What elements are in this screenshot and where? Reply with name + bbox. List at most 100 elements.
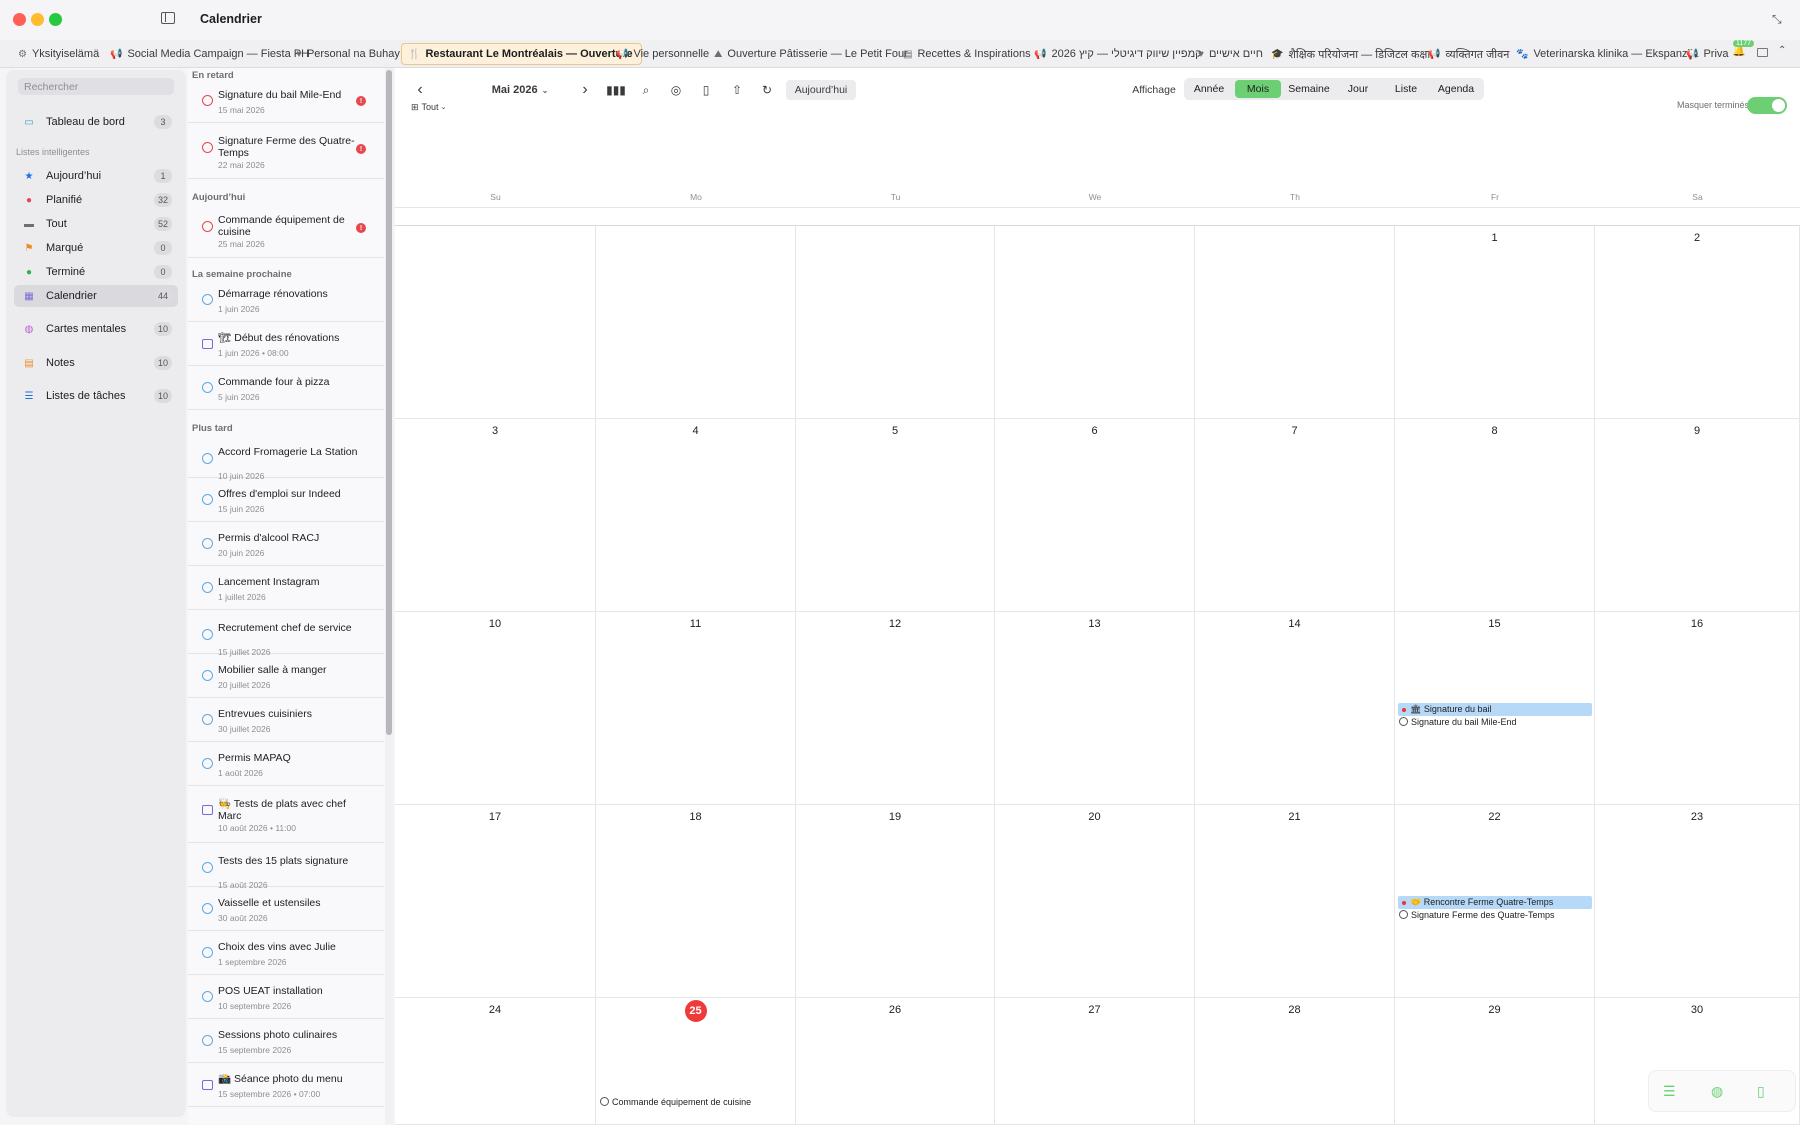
view-tab-2[interactable]: Semaine bbox=[1285, 80, 1333, 98]
task-row[interactable]: Accord Fromagerie La Station 10 juin 2026 bbox=[188, 436, 384, 481]
view-tab-3[interactable]: Jour bbox=[1337, 80, 1379, 98]
sidebar-item-tray[interactable]: ▬ Tout 52 bbox=[14, 213, 178, 235]
task-row[interactable]: Vaisselle et ustensiles 30 août 2026 bbox=[188, 889, 384, 931]
task-checkbox[interactable] bbox=[202, 714, 213, 725]
day-cell[interactable]: 3 bbox=[395, 419, 596, 612]
project-tab[interactable]: 📢 Social Media Campaign — Fiesta PH bbox=[104, 43, 317, 65]
task-checkbox[interactable] bbox=[202, 382, 213, 393]
day-cell[interactable] bbox=[596, 226, 796, 419]
task-checkbox[interactable] bbox=[202, 947, 213, 958]
day-cell[interactable]: 13 bbox=[995, 612, 1195, 805]
day-cell[interactable]: 8 bbox=[1395, 419, 1595, 612]
task-checkbox[interactable] bbox=[202, 991, 213, 1002]
task-checkbox[interactable] bbox=[202, 582, 213, 593]
sidebar-item-check[interactable]: ● Terminé 0 bbox=[14, 261, 178, 283]
next-month-button[interactable]: › bbox=[577, 80, 593, 100]
close-window-button[interactable] bbox=[13, 13, 26, 26]
view-tab-4[interactable]: Liste bbox=[1383, 80, 1429, 98]
task-row[interactable]: Tests des 15 plats signature 15 août 2026 bbox=[188, 845, 384, 890]
task-row[interactable]: Entrevues cuisiniers 30 juillet 2026 bbox=[188, 700, 384, 742]
project-tab[interactable]: 🍴 Restaurant Le Montréalais — Ouverture bbox=[401, 43, 642, 65]
day-cell[interactable]: 27 bbox=[995, 998, 1195, 1125]
day-cell[interactable]: 26 bbox=[796, 998, 995, 1125]
task-checkbox[interactable] bbox=[202, 903, 213, 914]
day-cell[interactable]: 9 bbox=[1595, 419, 1800, 612]
zoom-window-button[interactable] bbox=[49, 13, 62, 26]
sidebar-item-flag[interactable]: ⚑ Marqué 0 bbox=[14, 237, 178, 259]
day-cell[interactable]: 20 bbox=[995, 805, 1195, 998]
day-cell[interactable]: 5 bbox=[796, 419, 995, 612]
task-checkbox[interactable] bbox=[1399, 910, 1408, 919]
month-picker[interactable]: Mai 2026 ⌄ bbox=[475, 80, 565, 100]
prev-month-button[interactable]: ‹ bbox=[412, 80, 428, 100]
palette-icon[interactable]: ◎ bbox=[667, 80, 685, 100]
sidebar-item-brain[interactable]: ◍ Cartes mentales 10 bbox=[14, 318, 178, 340]
task-row[interactable]: 🧑‍🍳 Tests de plats avec chef Marc 10 août… bbox=[188, 788, 384, 843]
project-tab[interactable]: 🎓 शैक्षिक परियोजना — डिजिटल कक्षा bbox=[1265, 43, 1438, 65]
layout-icon[interactable] bbox=[1757, 48, 1768, 57]
project-tab[interactable]: 📢 קמפיין שיווק דיגיטלי — קיץ 2026 bbox=[1028, 43, 1210, 65]
day-cell[interactable]: 21 bbox=[1195, 805, 1395, 998]
day-cell[interactable] bbox=[995, 226, 1195, 419]
task-list-scroll-thumb[interactable] bbox=[386, 70, 392, 735]
day-cell[interactable] bbox=[1195, 226, 1395, 419]
day-cell[interactable]: 7 bbox=[1195, 419, 1395, 612]
project-tab[interactable]: 📢 Vie personnelle bbox=[610, 43, 717, 65]
day-cell[interactable]: 11 bbox=[596, 612, 796, 805]
task-row[interactable]: 🏗 Début des rénovations 1 juin 2026 • 08:… bbox=[188, 324, 384, 366]
sidebar-item-list[interactable]: ☰ Listes de tâches 10 bbox=[14, 385, 178, 407]
minimize-window-button[interactable] bbox=[31, 13, 44, 26]
task-checkbox[interactable] bbox=[1399, 717, 1408, 726]
project-tab[interactable]: 📢 व्यक्तिगत जीवन bbox=[1422, 43, 1517, 65]
task-row[interactable]: 📸 Séance photo du menu 15 septembre 2026 … bbox=[188, 1065, 384, 1107]
day-cell[interactable]: 12 bbox=[796, 612, 995, 805]
day-cell[interactable] bbox=[796, 226, 995, 419]
task-row[interactable]: Commande four à pizza 5 juin 2026 bbox=[188, 368, 384, 410]
task-row[interactable]: Permis MAPAQ 1 août 2026 bbox=[188, 744, 384, 786]
task-checkbox[interactable] bbox=[202, 1035, 213, 1046]
project-tab[interactable]: ⛰ Ouverture Pâtisserie — Le Petit Four bbox=[708, 43, 916, 65]
project-tab[interactable]: ⚙ Yksityiselämä bbox=[12, 43, 107, 65]
day-cell[interactable]: 23 bbox=[1595, 805, 1800, 998]
task-row[interactable]: Lancement Instagram 1 juillet 2026 bbox=[188, 568, 384, 610]
task-checkbox[interactable] bbox=[202, 142, 213, 153]
task-checkbox[interactable] bbox=[202, 294, 213, 305]
view-tab-5[interactable]: Agenda bbox=[1433, 80, 1479, 98]
sidebar-toggle-icon[interactable] bbox=[161, 12, 175, 24]
day-cell[interactable]: 19 bbox=[796, 805, 995, 998]
day-cell[interactable]: 2 bbox=[1595, 226, 1800, 419]
task-checkbox[interactable] bbox=[202, 221, 213, 232]
list-view-icon[interactable]: ☰ bbox=[1663, 1083, 1676, 1100]
refresh-icon[interactable]: ↻ bbox=[758, 80, 776, 100]
view-tab-0[interactable]: Année bbox=[1187, 80, 1231, 98]
task-row[interactable]: Commande équipement de cuisine 25 mai 202… bbox=[188, 204, 384, 258]
task-row[interactable]: Sessions photo culinaires 15 septembre 20… bbox=[188, 1021, 384, 1063]
day-cell[interactable]: 17 bbox=[395, 805, 596, 998]
project-tab[interactable]: 🐾 Veterinarska klinika — Ekspanzija bbox=[1510, 43, 1707, 65]
hide-done-toggle[interactable] bbox=[1747, 97, 1787, 114]
day-cell[interactable]: 16 bbox=[1595, 612, 1800, 805]
day-cell[interactable]: 10 bbox=[395, 612, 596, 805]
task-checkbox[interactable] bbox=[202, 758, 213, 769]
sidebar-item-note[interactable]: ▤ Notes 10 bbox=[14, 352, 178, 374]
task-row[interactable]: Recrutement chef de service 15 juillet 20… bbox=[188, 612, 384, 657]
today-button[interactable]: Aujourd’hui bbox=[786, 80, 856, 100]
task-row[interactable]: POS UEAT installation 10 septembre 2026 bbox=[188, 977, 384, 1019]
brain-icon[interactable]: ◍ bbox=[1711, 1083, 1723, 1100]
task-row[interactable]: Permis d'alcool RACJ 20 juin 2026 bbox=[188, 524, 384, 566]
day-cell[interactable]: 6 bbox=[995, 419, 1195, 612]
sidebar-item-clock[interactable]: ● Planifié 32 bbox=[14, 189, 178, 211]
project-tab[interactable]: 📢 Priva bbox=[1680, 43, 1737, 65]
task-checkbox[interactable] bbox=[202, 494, 213, 505]
fullscreen-icon[interactable]: ⤡ bbox=[1772, 12, 1782, 27]
calendar-task[interactable]: Signature du bail Mile-End bbox=[1398, 715, 1592, 728]
search-icon[interactable]: ⌕ bbox=[637, 80, 655, 100]
day-cell[interactable]: 29 bbox=[1395, 998, 1595, 1125]
task-row[interactable]: Démarrage rénovations 1 juin 2026 bbox=[188, 280, 384, 322]
day-cell[interactable]: 28 bbox=[1195, 998, 1395, 1125]
day-cell[interactable]: 18 bbox=[596, 805, 796, 998]
day-cell[interactable]: 4 bbox=[596, 419, 796, 612]
day-cell[interactable]: 24 bbox=[395, 998, 596, 1125]
clipboard-icon[interactable]: ▯ bbox=[1757, 1083, 1765, 1100]
document-icon[interactable]: ▯ bbox=[697, 80, 715, 100]
